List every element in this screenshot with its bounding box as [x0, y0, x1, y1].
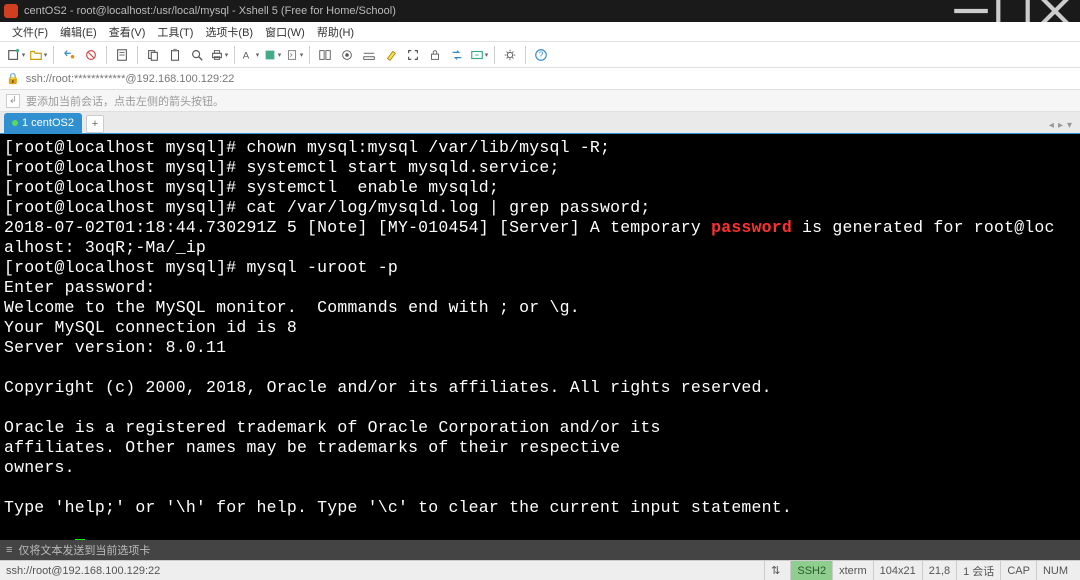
help-icon[interactable]: ?	[531, 45, 551, 65]
close-button[interactable]	[1034, 0, 1076, 22]
toolbar: ▾ ▾ ▾ A▾ ▾ ▾ ▾ ?	[0, 42, 1080, 68]
menu-bar: 文件(F)编辑(E)查看(V)工具(T)选项卡(B)窗口(W)帮助(H)	[0, 22, 1080, 42]
new-session-icon[interactable]: ▾	[6, 45, 26, 65]
tab-label: 1 centOS2	[22, 117, 74, 129]
sessions-panel-icon[interactable]	[315, 45, 335, 65]
terminal-output[interactable]: [root@localhost mysql]# chown mysql:mysq…	[0, 134, 1080, 540]
terminal-line: alhost: 3oqR;-Ma/_ip	[4, 238, 1076, 258]
compose-icon[interactable]	[359, 45, 379, 65]
terminal-line: Welcome to the MySQL monitor. Commands e…	[4, 298, 1076, 318]
status-bar: ssh://root@192.168.100.129:22 ⇅SSH2xterm…	[0, 560, 1080, 580]
terminal-line: Copyright (c) 2000, 2018, Oracle and/or …	[4, 378, 1076, 398]
terminal-line: [root@localhost mysql]# mysql -uroot -p	[4, 258, 1076, 278]
minimize-button[interactable]	[950, 0, 992, 22]
status-segment: 1 会话	[956, 561, 1000, 580]
script-icon[interactable]: ▾	[284, 45, 304, 65]
open-icon[interactable]: ▾	[28, 45, 48, 65]
properties-icon[interactable]	[112, 45, 132, 65]
window-title: centOS2 - root@localhost:/usr/local/mysq…	[24, 5, 950, 17]
add-session-icon[interactable]: ↲	[6, 94, 20, 108]
tab-controls: ◂ ▸ ▾	[1049, 120, 1076, 133]
terminal-line: [root@localhost mysql]# chown mysql:mysq…	[4, 138, 1076, 158]
terminal-line: [root@localhost mysql]# systemctl enable…	[4, 178, 1076, 198]
fullscreen-icon[interactable]	[403, 45, 423, 65]
connection-status-icon	[12, 120, 18, 126]
maximize-button[interactable]	[992, 0, 1034, 22]
terminal-line	[4, 358, 1076, 378]
hint-bar: ↲ 要添加当前会话，点击左侧的箭头按钮。	[0, 90, 1080, 112]
menu-item[interactable]: 查看(V)	[103, 22, 152, 42]
tab-add-button[interactable]: +	[86, 115, 104, 133]
compose-bar[interactable]: ≡ 仅将文本发送到当前选项卡	[0, 540, 1080, 560]
status-indicator-icon: ⇅	[764, 561, 786, 580]
menu-item[interactable]: 帮助(H)	[311, 22, 360, 42]
disconnect-icon[interactable]	[81, 45, 101, 65]
terminal-line	[4, 518, 1076, 538]
compose-text: 仅将文本发送到当前选项卡	[18, 542, 150, 558]
transfer-icon[interactable]	[447, 45, 467, 65]
terminal-line: Server version: 8.0.11	[4, 338, 1076, 358]
menu-item[interactable]: 窗口(W)	[259, 22, 311, 42]
status-segment: NUM	[1036, 561, 1074, 580]
menu-item[interactable]: 选项卡(B)	[199, 22, 259, 42]
address-bar[interactable]: 🔒 ssh://root:************@192.168.100.12…	[0, 68, 1080, 90]
tab-right-arrow-icon[interactable]: ▸	[1058, 120, 1063, 131]
hint-text: 要添加当前会话，点击左侧的箭头按钮。	[26, 93, 224, 109]
options-icon[interactable]	[500, 45, 520, 65]
tab-left-arrow-icon[interactable]: ◂	[1049, 120, 1054, 131]
status-left: ssh://root@192.168.100.129:22	[6, 565, 764, 577]
menu-item[interactable]: 工具(T)	[151, 22, 199, 42]
svg-text:?: ?	[539, 50, 544, 59]
terminal-line	[4, 398, 1076, 418]
status-segment: xterm	[832, 561, 873, 580]
terminal-line: Oracle is a registered trademark of Orac…	[4, 418, 1076, 438]
tab-centos2[interactable]: 1 centOS2	[4, 113, 82, 133]
terminal-line: owners.	[4, 458, 1076, 478]
xftp-icon[interactable]: ▾	[469, 45, 489, 65]
terminal-line: [root@localhost mysql]# cat /var/log/mys…	[4, 198, 1076, 218]
terminal-line: affiliates. Other names may be trademark…	[4, 438, 1076, 458]
status-segment: SSH2	[790, 561, 832, 580]
tunneling-icon[interactable]	[337, 45, 357, 65]
terminal-line: 2018-07-02T01:18:44.730291Z 5 [Note] [MY…	[4, 218, 1076, 238]
status-segment: 104x21	[873, 561, 922, 580]
menu-item[interactable]: 文件(F)	[6, 22, 54, 42]
font-icon[interactable]: A▾	[240, 45, 260, 65]
lock-icon[interactable]	[425, 45, 445, 65]
compose-menu-icon[interactable]: ≡	[6, 544, 12, 556]
reconnect-icon[interactable]	[59, 45, 79, 65]
lock-small-icon: 🔒	[6, 72, 20, 85]
print-icon[interactable]: ▾	[209, 45, 229, 65]
terminal-line	[4, 478, 1076, 498]
tab-bar: 1 centOS2 + ◂ ▸ ▾	[0, 112, 1080, 134]
menu-item[interactable]: 编辑(E)	[54, 22, 103, 42]
highlight-icon[interactable]	[381, 45, 401, 65]
tab-menu-icon[interactable]: ▾	[1067, 120, 1072, 131]
color-icon[interactable]: ▾	[262, 45, 282, 65]
title-bar: centOS2 - root@localhost:/usr/local/mysq…	[0, 0, 1080, 22]
status-segment: CAP	[1000, 561, 1036, 580]
address-text: ssh://root:************@192.168.100.129:…	[26, 73, 235, 85]
find-icon[interactable]	[187, 45, 207, 65]
terminal-line: [root@localhost mysql]# systemctl start …	[4, 158, 1076, 178]
paste-icon[interactable]	[165, 45, 185, 65]
svg-text:A: A	[242, 50, 249, 61]
app-icon	[4, 4, 18, 18]
copy-icon[interactable]	[143, 45, 163, 65]
status-segment: 21,8	[922, 561, 956, 580]
terminal-line: Your MySQL connection id is 8	[4, 318, 1076, 338]
terminal-line: Type 'help;' or '\h' for help. Type '\c'…	[4, 498, 1076, 518]
terminal-line: Enter password:	[4, 278, 1076, 298]
